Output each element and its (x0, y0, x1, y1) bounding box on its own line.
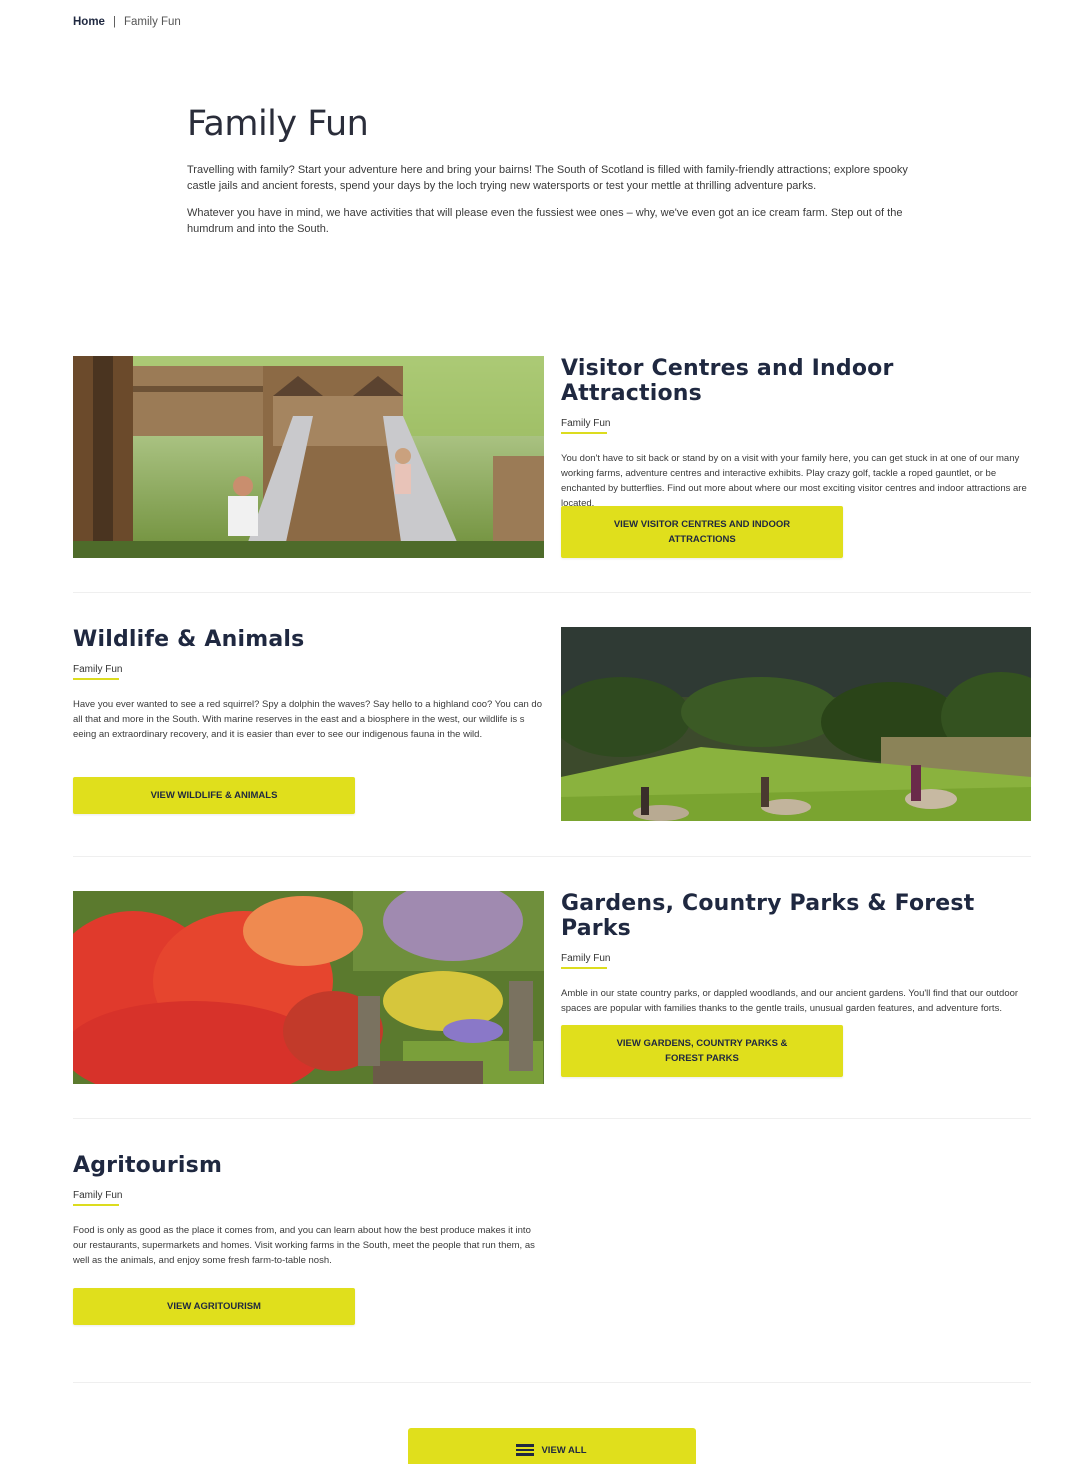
breadcrumb-home-link[interactable]: Home (73, 16, 105, 28)
breadcrumb-current: Family Fun (123, 16, 181, 28)
section-body: Amble in our state country parks, or dap… (561, 988, 1019, 1014)
breadcrumb-separator: | (112, 16, 116, 28)
breadcrumb: Home | Family Fun (73, 16, 181, 28)
wildlife-block: Wildlife & Animals Family Fun Have you e… (73, 627, 544, 742)
section-body: Have you ever wanted to see a red squirr… (73, 699, 542, 740)
section-title: Agritourism (73, 1153, 223, 1178)
view-all-label: View All (541, 1444, 587, 1456)
view-visitor-centres-button[interactable]: View Visitor Centres and Indoor Attracti… (561, 506, 843, 558)
agritourism-block: Agritourism Family Fun Food is only as g… (73, 1153, 544, 1268)
intro-paragraph-1: Travelling with family? Start your adven… (187, 164, 908, 192)
intro-section: Family Fun Travelling with family? Start… (187, 104, 912, 248)
section-body: Food is only as good as the place it com… (73, 1225, 535, 1266)
intro-paragraph-2: Whatever you have in mind, we have activ… (187, 207, 903, 235)
gardens-block: Gardens, Country Parks & Forest Parks Fa… (561, 891, 1031, 1016)
section-title: Gardens, Country Parks & Forest Parks (561, 891, 975, 941)
section-tag[interactable]: Family Fun (73, 1190, 122, 1206)
section-tag[interactable]: Family Fun (561, 953, 610, 969)
view-wildlife-button[interactable]: View Wildlife & Animals (73, 777, 355, 814)
section-title: Wildlife & Animals (73, 627, 305, 652)
visitor-centres-block: Visitor Centres and Indoor Attractions F… (561, 356, 1031, 511)
page-title: Family Fun (187, 104, 369, 144)
divider (73, 856, 1031, 857)
view-agritourism-button[interactable]: View Agritourism (73, 1288, 355, 1325)
section-title: Visitor Centres and Indoor Attractions (561, 356, 894, 406)
divider (73, 1118, 1031, 1119)
azalea-garden-photo[interactable] (73, 891, 544, 1084)
view-all-button[interactable]: View All (408, 1428, 696, 1464)
divider (73, 592, 1031, 593)
alpaca-walk-photo[interactable] (561, 627, 1031, 821)
list-icon (516, 1444, 535, 1456)
section-body: You don't have to sit back or stand by o… (561, 453, 1027, 509)
section-tag[interactable]: Family Fun (561, 418, 610, 434)
view-gardens-button[interactable]: View Gardens, Country Parks & Forest Par… (561, 1025, 843, 1077)
treehouse-slides-photo[interactable] (73, 356, 544, 558)
divider (73, 1382, 1031, 1383)
section-tag[interactable]: Family Fun (73, 664, 122, 680)
